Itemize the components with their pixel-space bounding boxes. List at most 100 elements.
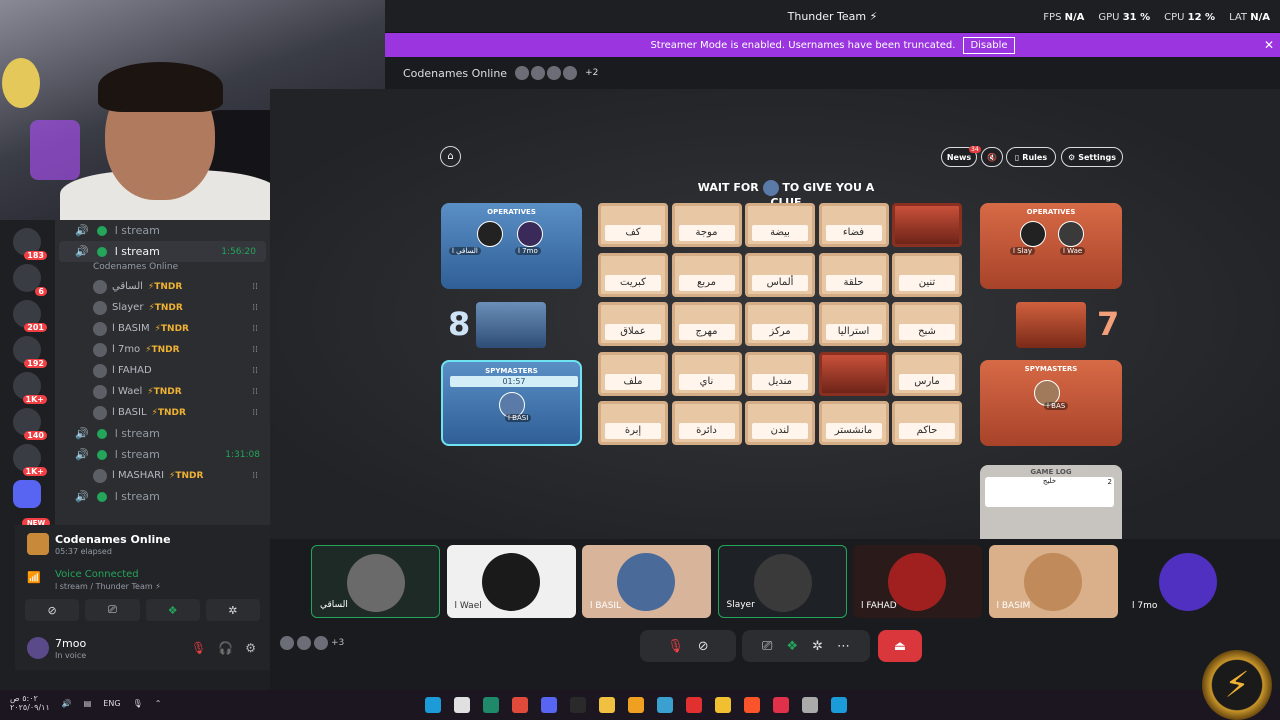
word-card[interactable]: مربع	[671, 252, 742, 297]
video-tile[interactable]: الساقي	[311, 545, 440, 618]
mute-button[interactable]: 🔇	[981, 147, 1003, 167]
server-icon[interactable]: 1K+	[13, 372, 47, 404]
chrome-icon[interactable]	[512, 697, 528, 713]
word-card[interactable]: منديل	[745, 351, 815, 396]
app-icon[interactable]	[773, 697, 789, 713]
word-card[interactable]: مارس	[892, 351, 962, 396]
video-tile[interactable]: l 7mo	[1124, 545, 1253, 618]
server-icon[interactable]: 140	[13, 408, 47, 440]
word-card[interactable]: كف	[598, 203, 668, 247]
channel-member[interactable]: الساقي ⚡TNDR ⁞⁞	[55, 276, 270, 297]
word-card[interactable]: تنين	[892, 252, 962, 297]
server-folder-icon[interactable]	[13, 480, 41, 508]
server-icon[interactable]: 201	[13, 300, 47, 332]
voice-channel[interactable]: 🔊 l stream	[55, 423, 270, 444]
word-card[interactable]: موجة	[671, 203, 742, 247]
disable-button[interactable]: Disable	[963, 36, 1015, 54]
gear-icon[interactable]: ⚙	[245, 641, 256, 655]
channel-member[interactable]: l Wael ⚡TNDR ⁞⁞	[55, 381, 270, 402]
participant-avatars[interactable]	[515, 66, 578, 80]
video-tile[interactable]: l Wael	[446, 545, 576, 618]
word-card[interactable]: حلقة	[818, 252, 889, 297]
mute-mic-icon[interactable]: 🎙	[191, 641, 206, 655]
more-icon[interactable]: ⋯	[837, 639, 850, 654]
current-user[interactable]: 7moo In voice 🎙 🎧 ⚙	[25, 633, 260, 663]
word-card[interactable]: حاكم	[892, 401, 962, 445]
voice-channel[interactable]: 🔊 l stream	[55, 220, 270, 241]
word-card[interactable]: عملاق	[598, 302, 668, 346]
word-card[interactable]: مركز	[745, 302, 815, 346]
revealed-card[interactable]	[892, 203, 962, 247]
video-tile[interactable]: l BASIM	[988, 545, 1118, 618]
word-card[interactable]: كبريت	[598, 252, 668, 297]
word-card[interactable]: شبح	[892, 302, 962, 346]
rules-button[interactable]: ▯ Rules	[1006, 147, 1056, 167]
server-icon[interactable]: 6	[13, 264, 47, 296]
camera-off-icon[interactable]: ⊘	[698, 639, 709, 654]
screen-share-icon[interactable]: ⎚	[762, 639, 772, 654]
settings-button[interactable]: ⚙ Settings	[1061, 147, 1123, 167]
channel-member[interactable]: Slayer ⚡TNDR ⁞⁞	[55, 297, 270, 318]
app-icon[interactable]	[628, 697, 644, 713]
folder-icon[interactable]	[715, 697, 731, 713]
server-icon[interactable]: 183	[13, 228, 47, 260]
voice-channel[interactable]: 🔊 l stream	[55, 486, 270, 507]
mute-mic-icon[interactable]: 🎙	[667, 639, 684, 654]
word-card[interactable]: استراليا	[818, 302, 889, 346]
word-card[interactable]: ألماس	[745, 252, 815, 297]
soundboard-button[interactable]: ✲	[205, 599, 260, 621]
start-icon[interactable]	[831, 697, 847, 713]
steam-icon[interactable]	[425, 697, 441, 713]
server-icon[interactable]: 1K+	[13, 444, 47, 476]
word-card[interactable]: مانشستر	[818, 401, 889, 445]
search-icon[interactable]	[802, 697, 818, 713]
network-icon[interactable]: ▤	[84, 699, 92, 708]
headset-icon[interactable]: 🎧	[218, 641, 233, 655]
app-icon[interactable]	[686, 697, 702, 713]
word-card[interactable]: دائرة	[671, 401, 742, 445]
screen-share-button[interactable]: ⎚	[85, 599, 140, 621]
channel-member[interactable]: l BASIM ⚡TNDR ⁞⁞	[55, 318, 270, 339]
voice-connected[interactable]: 📶 Voice Connected l stream / Thunder Tea…	[25, 569, 260, 593]
voice-channel[interactable]: 🔊 l stream 1:31:08	[55, 444, 270, 465]
server-icon[interactable]: 192	[13, 336, 47, 368]
word-card[interactable]: إبرة	[598, 401, 668, 445]
obs-icon[interactable]	[454, 697, 470, 713]
home-button[interactable]: ⌂	[440, 146, 461, 167]
channel-member[interactable]: l MASHARI ⚡TNDR ⁞⁞	[55, 465, 270, 486]
notes-icon[interactable]	[599, 697, 615, 713]
discord-icon[interactable]	[541, 697, 557, 713]
activity-button[interactable]: ❖	[145, 599, 200, 621]
channel-member[interactable]: l BASIL ⚡TNDR ⁞⁞	[55, 402, 270, 423]
app-icon[interactable]	[570, 697, 586, 713]
mic-icon[interactable]: 🎙	[133, 699, 143, 708]
time-date[interactable]: ٥:٠٢ ص ٢٠٢٥/٠٩/١١	[10, 694, 50, 712]
channel-member[interactable]: l FAHAD ⁞⁞	[55, 360, 270, 381]
voice-channel[interactable]: 🔊 l stream 1:56:20	[59, 241, 266, 262]
video-tile[interactable]: Slayer	[717, 545, 847, 618]
terminal-icon[interactable]	[483, 697, 499, 713]
disconnect-button[interactable]: ⏏	[878, 630, 922, 662]
app-icon[interactable]	[657, 697, 673, 713]
brave-icon[interactable]	[744, 697, 760, 713]
language-indicator[interactable]: ENG	[103, 699, 120, 708]
camera-off-button[interactable]: ⊘	[25, 599, 80, 621]
activity-icon[interactable]: ❖	[786, 639, 798, 654]
close-icon[interactable]: ✕	[1264, 38, 1274, 52]
video-tile[interactable]: l FAHAD	[853, 545, 982, 618]
word-card[interactable]: بيضة	[745, 203, 815, 247]
soundboard-icon[interactable]: ✲	[812, 639, 823, 654]
word-card[interactable]: لندن	[745, 401, 815, 445]
word-card[interactable]: ملف	[598, 351, 668, 396]
participants-summary[interactable]: +3	[280, 636, 344, 650]
word-card[interactable]: مهرج	[671, 302, 742, 346]
volume-icon[interactable]: 🔊	[62, 699, 72, 708]
word-card[interactable]: ناي	[671, 351, 742, 396]
channel-member[interactable]: l 7mo ⚡TNDR ⁞⁞	[55, 339, 270, 360]
video-tile[interactable]: l BASIL	[582, 545, 711, 618]
member-name: l BASIM	[112, 323, 150, 334]
chevron-up-icon[interactable]: ⌃	[155, 699, 162, 708]
activity-card[interactable]: Codenames Online 05:37 elapsed	[25, 531, 260, 561]
revealed-card[interactable]	[818, 351, 889, 396]
word-card[interactable]: فضاء	[818, 203, 889, 247]
